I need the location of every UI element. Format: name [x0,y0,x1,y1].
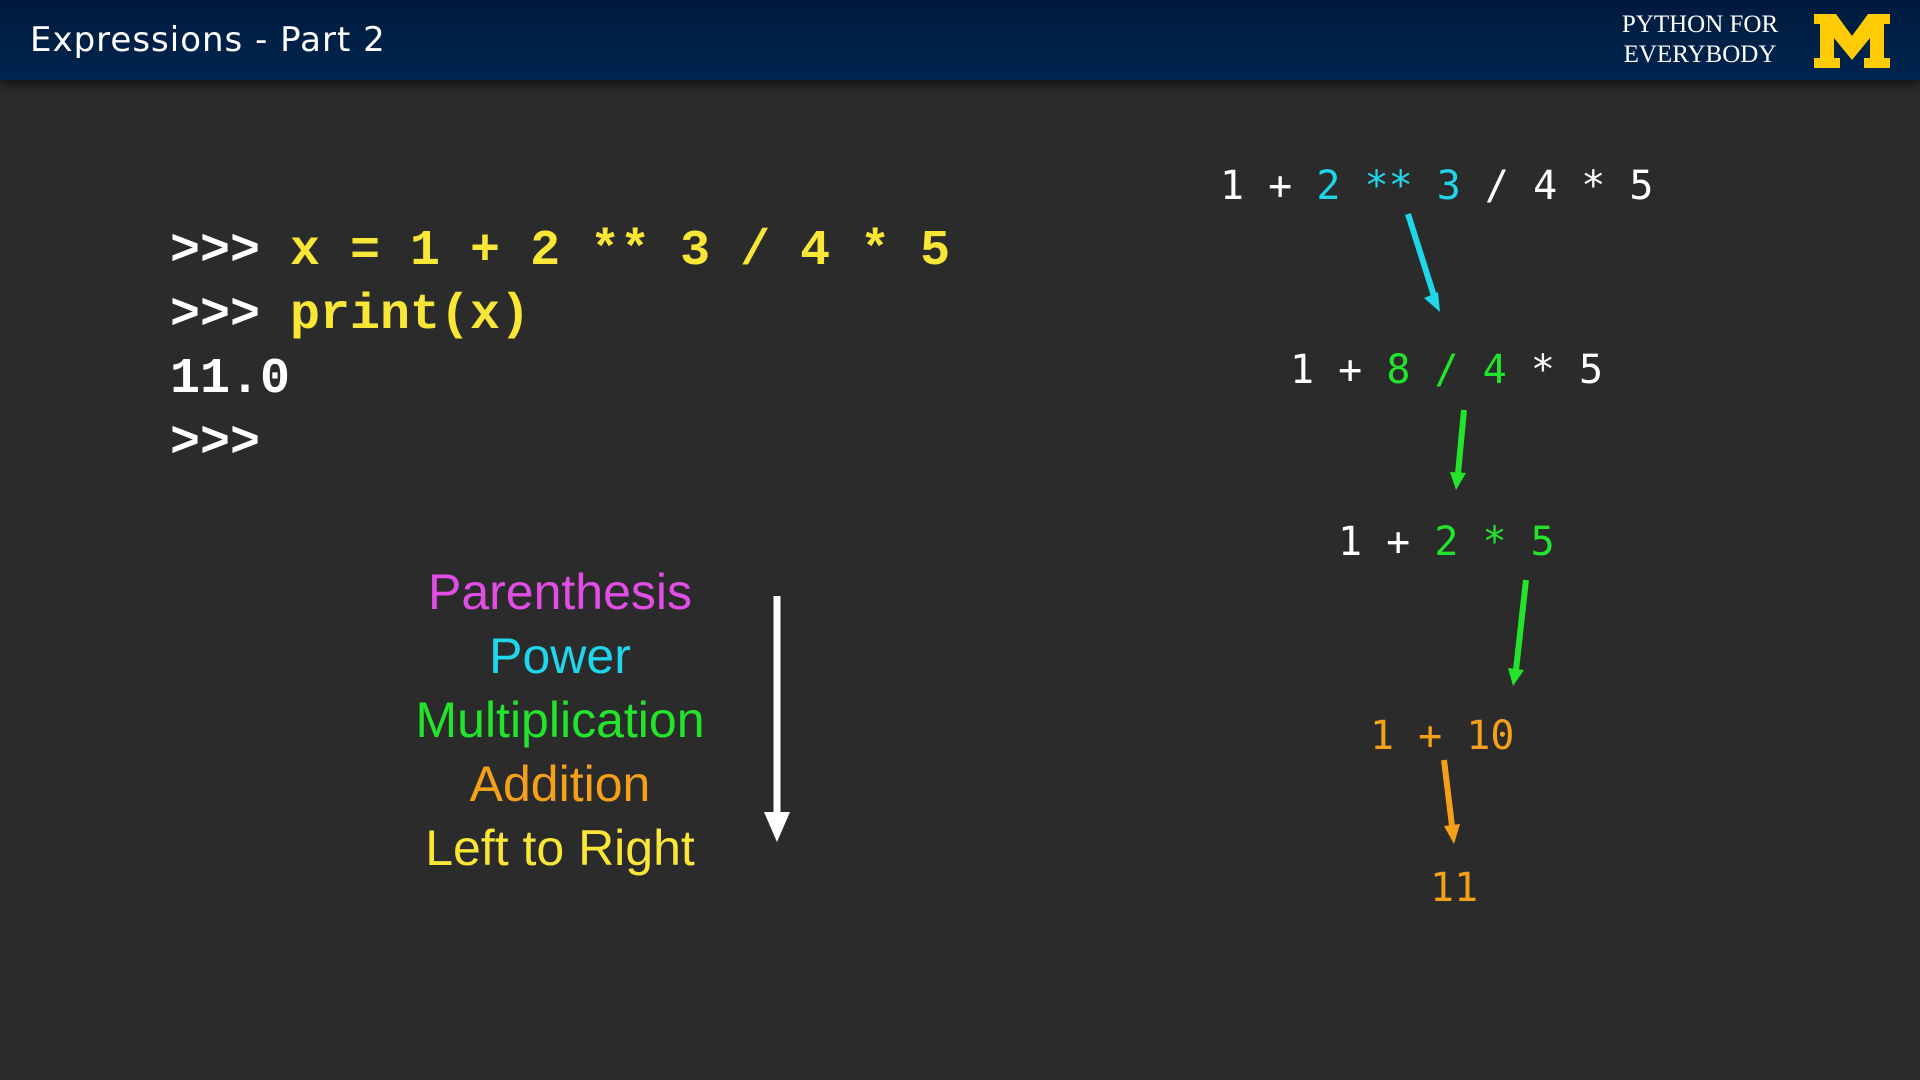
expression-part: 1 + 10 [1370,713,1515,759]
evaluation-step: 1 + 8 / 4 * 5 [1290,346,1603,394]
evaluation-step: 1 + 2 ** 3 / 4 * 5 [1220,162,1653,210]
step-arrow-4 [1441,759,1460,844]
expression-part: 2 * 5 [1434,519,1555,565]
expression-part: 2 ** 3 [1316,163,1461,209]
expression-part: 11 [1430,865,1479,911]
expression-part: 1 + [1220,163,1317,209]
evaluation-step: 1 + 2 * 5 [1338,518,1555,566]
expression-part: / 4 * 5 [1460,163,1654,209]
expression-part: 1 + [1290,347,1387,393]
down-arrow-icon [764,596,790,842]
evaluation-step: 11 [1430,864,1478,912]
step-arrow-2 [1450,409,1467,490]
evaluation-step: 1 + 10 [1370,712,1515,760]
expression-part: 1 + [1338,519,1435,565]
expression-part: 8 / 4 [1386,347,1507,393]
expression-part: * 5 [1506,347,1604,393]
step-arrow-1 [1405,213,1440,312]
step-arrow-3 [1508,579,1529,686]
